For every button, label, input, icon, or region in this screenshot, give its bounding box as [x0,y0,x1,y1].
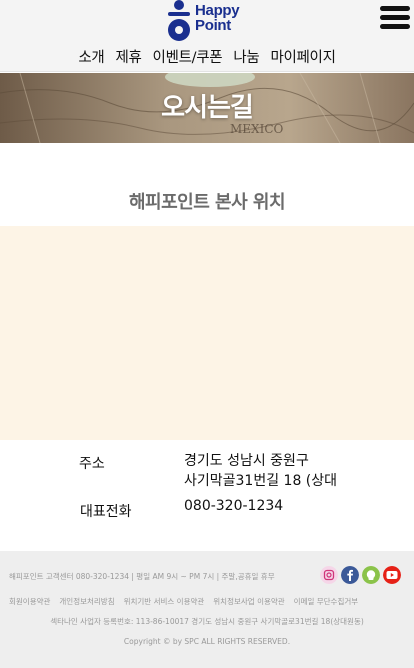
logo-text-line2: Point [195,17,231,34]
svg-text:MEXICO: MEXICO [230,122,284,136]
hamburger-menu-button[interactable] [380,4,410,30]
business-registration: 섹타나인 사업자 등록번호: 113-86-10017 경기도 성남시 중원구 … [50,617,364,626]
copyright: Copyright © by SPC ALL RIGHTS RESERVED. [123,637,291,646]
instagram-icon[interactable] [320,566,338,584]
hamburger-icon-bar-top [380,6,410,11]
site-header: Happy Point 소개 제휴 이벤트/쿠폰 나눔 마이페이지 [0,0,414,72]
hamburger-icon-bar-middle [380,15,410,20]
page-banner: MEXICO 오시는길 [0,73,414,143]
facebook-icon[interactable] [341,566,359,584]
phone-value[interactable]: 080-320-1234 [184,496,283,516]
footer-link-privacy[interactable]: 개인정보처리방침 [59,596,114,607]
happy-point-logo-mark [168,0,190,41]
kakaostory-icon[interactable] [362,566,380,584]
section-title: 해피포인트 본사 위치 [128,192,286,213]
hamburger-icon-bar-bottom [380,24,410,29]
logo-text: Happy Point [195,2,240,34]
customer-center-info: 해피포인트 고객센터 080-320-1234 | 평일 AM 9시 ~ PM … [9,572,275,581]
footer-link-terms[interactable]: 회원이용약관 [9,596,50,607]
main-nav: 소개 제휴 이벤트/쿠폰 나눔 마이페이지 [0,47,414,69]
logo-text-line1: Happy [195,2,240,19]
address-label: 주소 [79,456,105,472]
address-line1: 경기도 성남시 중원구 [184,453,309,469]
footer-link-email-refusal[interactable]: 이메일 무단수집거부 [294,596,358,607]
happy-point-logo[interactable]: Happy Point [166,0,250,42]
banner-title: 오시는길 [161,93,254,123]
footer-link-location-business[interactable]: 위치정보사업 이용약관 [213,596,284,607]
nav-item-sharing[interactable]: 나눔 [233,47,259,69]
site-footer: 해피포인트 고객센터 080-320-1234 | 평일 AM 9시 ~ PM … [0,551,414,668]
nav-item-partnership[interactable]: 제휴 [115,47,141,69]
map-placeholder[interactable] [0,226,414,440]
youtube-icon[interactable] [383,566,401,584]
nav-item-about[interactable]: 소개 [78,47,104,69]
phone-label: 대표전화 [80,504,132,520]
footer-link-location-service[interactable]: 위치기반 서비스 이용약관 [124,596,205,607]
footer-links: 회원이용약관 개인정보처리방침 위치기반 서비스 이용약관 위치정보사업 이용약… [9,596,358,607]
nav-item-mypage[interactable]: 마이페이지 [270,47,336,69]
address-line2: 사기막골31번길 18 (상대 [184,473,338,489]
nav-item-events-coupons[interactable]: 이벤트/쿠폰 [153,47,223,69]
